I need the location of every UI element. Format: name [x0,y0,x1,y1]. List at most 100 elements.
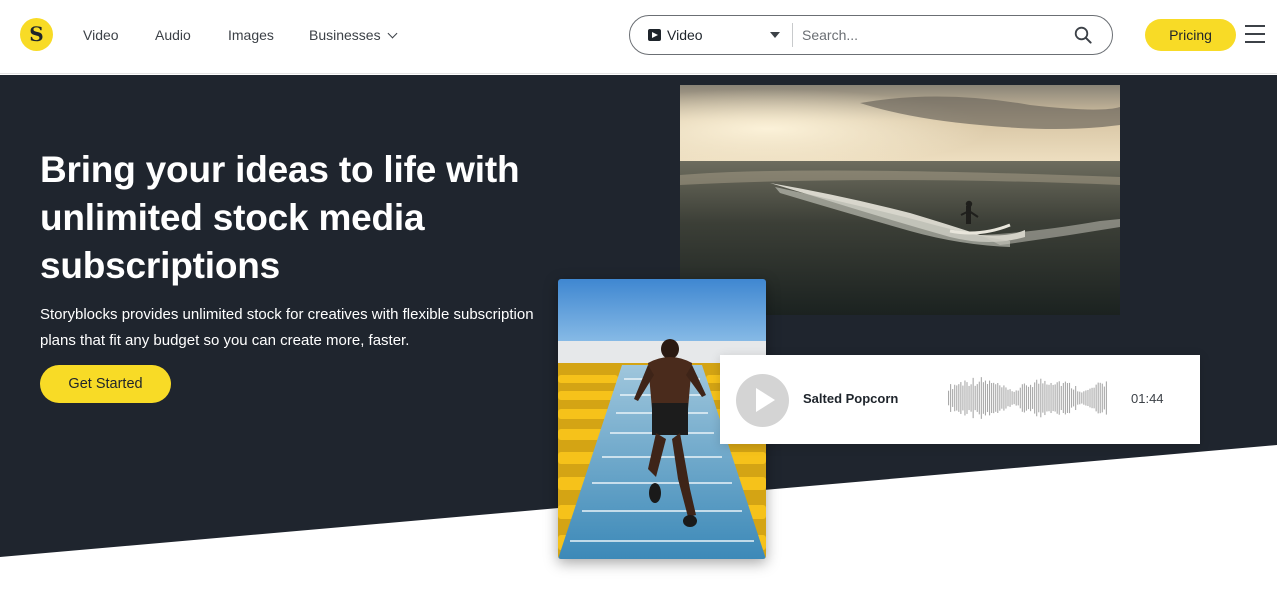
waveform-bar [1050,382,1052,414]
audio-title: Salted Popcorn [803,391,899,406]
waveform-bar [1038,383,1040,413]
waveform-bar [1085,390,1087,406]
waveform-bar [989,380,991,416]
waveform-bar [976,384,978,412]
waveform-bar [1062,382,1064,414]
waveform-bar [1042,383,1044,413]
waveform-bar [1044,380,1046,416]
waveform-bar [1060,385,1062,411]
logo-letter: S [29,22,44,46]
waveform-bar [970,384,972,412]
waveform-bar [1046,384,1048,412]
waveform-bar [968,385,970,411]
waveform-bar [993,382,995,414]
waveform-bar [1093,387,1095,409]
search-bar: Video [629,15,1113,55]
waveform-bar [1103,386,1105,410]
nav-audio-label: Audio [155,27,191,43]
waveform-bar [962,385,964,411]
nav-link-audio[interactable]: Audio [155,0,191,70]
search-type-select[interactable]: Video [648,16,703,54]
waveform-bar [972,377,974,419]
waveform-bar [1027,386,1030,410]
search-type-label: Video [667,27,703,43]
waveform-bar [1083,391,1085,405]
waveform-bar [1032,387,1034,409]
nav-link-video[interactable]: Video [83,0,119,70]
waveform-bar [984,380,986,416]
waveform-bar [1052,384,1054,412]
nav-dropdown-businesses[interactable]: Businesses [309,0,398,70]
nav-images-label: Images [228,27,274,43]
waveform-bar [1066,383,1068,413]
audio-duration: 01:44 [1131,391,1164,406]
waveform-bar [1091,387,1093,409]
waveform-bar [978,381,980,415]
waveform-bar [1013,391,1015,405]
waveform-bar [948,390,950,406]
play-icon[interactable] [736,374,789,427]
page: S Video Audio Images Businesses Video Pr… [0,0,1277,591]
waveform-bar [1048,384,1050,412]
waveform-bar [986,383,989,413]
waveform-bar [1058,381,1060,415]
magnifier-icon[interactable] [1074,26,1092,44]
waveform-bar [1068,382,1071,414]
waveform-bar [1105,381,1107,415]
waveform-bar [950,384,952,412]
waveform-bar [991,383,993,413]
waveform-bar [980,377,982,419]
waveform-bar [956,385,958,411]
waveform-bar [1011,391,1013,405]
waveform-bar [1021,384,1023,412]
waveform-bar [1030,384,1032,412]
nav-link-images[interactable]: Images [228,0,274,70]
waveform-bar [954,384,956,412]
waveform-bar [1015,390,1017,406]
waveform-bar [1034,382,1036,414]
waveform-bar [1097,382,1099,414]
waveform-bar [1001,387,1003,409]
chevron-down-icon [387,28,398,38]
waveform-bar [1075,385,1077,411]
hamburger-menu-icon[interactable] [1245,25,1265,43]
get-started-button[interactable]: Get Started [40,365,171,403]
nav-video-label: Video [83,27,119,43]
waveform-bar [1077,391,1079,405]
waveform-bar [1081,392,1083,404]
waveform-bar [1056,382,1058,414]
waveform-bar [1095,384,1097,412]
waveform-bar [997,383,999,413]
waveform-bar [995,384,997,412]
waveform-bar [1017,390,1019,406]
waveform-bar [1036,379,1038,417]
waveform-bar [982,382,984,414]
waveform-bar [1025,385,1027,411]
waveform-bar [999,385,1001,411]
waveform-bar [1003,385,1005,411]
waveform-bar [1005,387,1007,409]
search-divider [792,23,793,47]
waveform-bar [966,382,968,414]
waveform-bar [1054,384,1056,412]
audio-preview-card[interactable]: Salted Popcorn 01:44 [720,355,1200,444]
caret-down-icon[interactable] [770,32,780,38]
search-input[interactable] [802,22,1062,48]
waveform-bar [1089,388,1091,408]
waveform-bar [964,380,966,416]
audio-waveform[interactable] [948,373,1108,423]
waveform-bar [1040,378,1042,418]
waveform-bar [1064,381,1066,415]
pricing-button[interactable]: Pricing [1145,19,1236,51]
waveform-bar [1019,387,1021,409]
site-header: S Video Audio Images Businesses Video Pr… [0,0,1277,74]
storyblocks-logo-icon[interactable]: S [20,18,53,51]
hero-subtext: Storyblocks provides unlimited stock for… [40,306,534,349]
nav-businesses-label: Businesses [309,27,381,43]
hero-headline: Bring your ideas to life with unlimited … [40,149,520,286]
waveform-bar [1023,383,1025,413]
waveform-bar [974,385,976,411]
waveform-bar [1087,389,1089,407]
play-square-icon [648,29,661,41]
waveform-bar [1073,389,1075,407]
